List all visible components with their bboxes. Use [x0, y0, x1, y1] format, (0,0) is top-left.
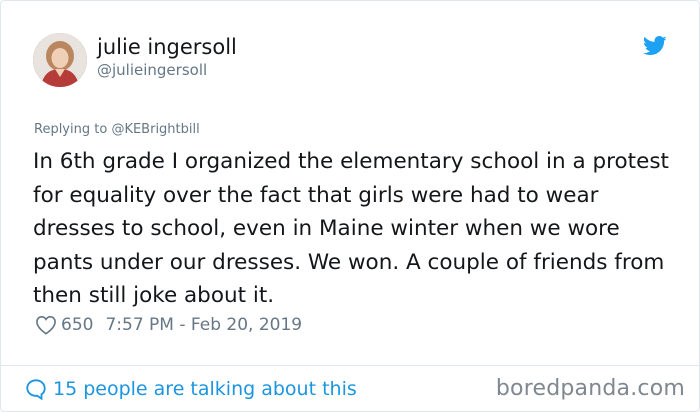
conversation-label: 15 people are talking about this [53, 378, 357, 400]
user-handle[interactable]: @julieingersoll [97, 60, 207, 80]
tweet-text: In 6th grade I organized the elementary … [33, 149, 669, 308]
reply-mention-link[interactable]: @KEBrightbill [111, 122, 199, 137]
reply-context: Replying to @KEBrightbill [34, 122, 200, 138]
timestamp[interactable]: 7:57 PM - Feb 20, 2019 [105, 314, 302, 336]
reply-prefix: Replying to [34, 122, 112, 137]
conversation-link[interactable]: 15 people are talking about this [25, 377, 357, 401]
divider [1, 365, 700, 366]
twitter-bird-icon[interactable] [643, 35, 667, 57]
avatar-image [33, 33, 87, 87]
heart-icon[interactable] [35, 315, 57, 335]
tweet-meta: 650 7:57 PM - Feb 20, 2019 [35, 314, 302, 336]
watermark: boredpanda.com [495, 376, 685, 401]
avatar[interactable] [33, 33, 87, 87]
display-name[interactable]: julie ingersoll [97, 34, 237, 60]
speech-bubble-icon [25, 378, 47, 400]
like-count[interactable]: 650 [61, 314, 93, 336]
tweet-card: julie ingersoll @julieingersoll Replying… [0, 0, 700, 412]
